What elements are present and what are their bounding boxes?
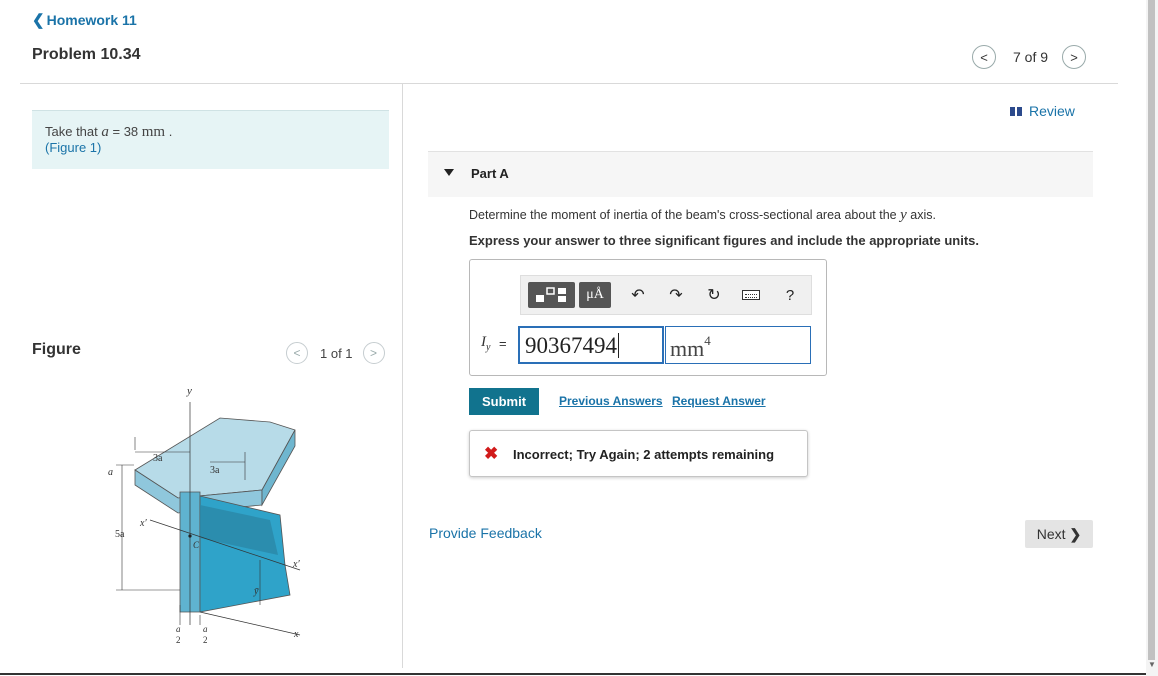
half-a-num-right: a (203, 624, 208, 634)
previous-problem-button[interactable]: < (972, 45, 996, 69)
math-toolbar: μÅ ↶ ↷ ↻ ? (520, 275, 812, 315)
half-a-den-left: 2 (176, 635, 181, 645)
provide-feedback-link[interactable]: Provide Feedback (429, 525, 542, 541)
review-link[interactable]: Review (1010, 103, 1075, 119)
previous-figure-button[interactable]: < (286, 342, 308, 364)
question-suffix: axis. (906, 208, 936, 222)
answer-variable: Iy (481, 334, 490, 353)
keyboard-icon (742, 290, 760, 300)
back-link-label: Homework 11 (46, 12, 137, 28)
problem-pager-text: 7 of 9 (1013, 49, 1049, 65)
y-axis-label: y (186, 385, 192, 397)
undo-icon[interactable]: ↶ (627, 282, 649, 308)
chevron-left-icon: < (980, 49, 988, 65)
help-button[interactable]: ? (779, 282, 801, 308)
submit-button[interactable]: Submit (469, 388, 539, 415)
figure-pager-text: 1 of 1 (320, 345, 353, 361)
half-a-num-left: a (176, 624, 181, 634)
feedback-message: Incorrect; Try Again; 2 attempts remaini… (513, 447, 775, 462)
back-to-homework-link[interactable]: ❮ Homework 11 (32, 11, 137, 29)
given-prefix: Take that (45, 124, 102, 139)
chevron-left-icon: ❮ (32, 12, 45, 29)
error-x-icon: ✖ (484, 444, 499, 463)
header-divider (20, 83, 1118, 84)
dim-a-label: a (108, 467, 113, 478)
x-prime-label-left: x′ (139, 518, 147, 529)
request-answer-link[interactable]: Request Answer (672, 394, 766, 408)
templates-icon (535, 287, 566, 302)
dim-3a-right: 3a (210, 465, 220, 476)
next-problem-button[interactable]: > (1062, 45, 1087, 69)
answer-instruction: Express your answer to three significant… (469, 233, 979, 248)
given-suffix: . (165, 124, 173, 139)
chevron-left-icon: < (293, 346, 301, 360)
question-text: Determine the moment of inertia of the b… (469, 207, 936, 224)
figure-pager: < 1 of 1 > (286, 342, 385, 364)
caret-down-icon[interactable] (444, 169, 454, 176)
question-prefix: Determine the moment of inertia of the b… (469, 208, 901, 222)
figure-link[interactable]: (Figure 1) (45, 140, 101, 155)
chevron-right-icon: > (370, 346, 378, 360)
given-statement: Take that a = 38 mm . (45, 124, 172, 141)
next-figure-button[interactable]: > (362, 342, 385, 364)
chevron-right-icon: ❯ (1069, 525, 1082, 542)
column-divider (402, 84, 403, 668)
scroll-down-arrow-icon[interactable]: ▼ (1147, 660, 1157, 669)
next-label: Next (1036, 526, 1066, 542)
dim-5a-label: 5a (115, 529, 125, 540)
review-label: Review (1029, 103, 1075, 119)
x-prime-label-right: x′ (292, 559, 300, 570)
book-icon (1010, 106, 1022, 116)
t-beam-figure: y 3a 3a a 5a x′ x′ C ȳ x a 2 a 2 (108, 385, 300, 645)
x-axis-label: x (293, 629, 299, 640)
reset-icon[interactable]: ↻ (703, 282, 725, 308)
answer-unit-input[interactable]: mm4 (665, 326, 811, 364)
y-bar-label: ȳ (253, 586, 259, 597)
units-button[interactable]: μÅ (579, 282, 611, 308)
dim-3a-left: 3a (153, 453, 163, 464)
bottom-edge (0, 673, 1146, 675)
templates-button[interactable] (528, 282, 575, 308)
equals-sign: = (499, 336, 507, 351)
half-a-den-right: 2 (203, 635, 208, 645)
scrollbar-thumb[interactable] (1148, 0, 1155, 660)
keyboard-button[interactable] (740, 282, 762, 308)
given-variable: a (101, 124, 109, 140)
variable-subscript: y (486, 342, 491, 353)
chevron-right-icon: > (1070, 49, 1078, 65)
text-cursor (618, 333, 619, 358)
redo-icon[interactable]: ↷ (665, 282, 687, 308)
problem-title: Problem 10.34 (32, 46, 141, 63)
next-button[interactable]: Next ❯ (1025, 520, 1093, 548)
answer-unit-exponent: 4 (704, 333, 711, 348)
question-variable: y (900, 207, 907, 223)
answer-unit-text: mm (670, 336, 705, 361)
answer-value-input[interactable]: 90367494 (518, 326, 664, 364)
part-a-header[interactable] (428, 151, 1093, 197)
centroid-label: C (193, 540, 200, 550)
part-title: Part A (471, 166, 509, 181)
given-unit: mm (141, 124, 166, 140)
given-equals: = 38 (108, 124, 142, 139)
problem-pager: < 7 of 9 > (972, 44, 1087, 70)
answer-value-text: 90367494 (525, 333, 617, 358)
previous-answers-link[interactable]: Previous Answers (559, 394, 663, 408)
figure-heading: Figure (32, 341, 81, 358)
